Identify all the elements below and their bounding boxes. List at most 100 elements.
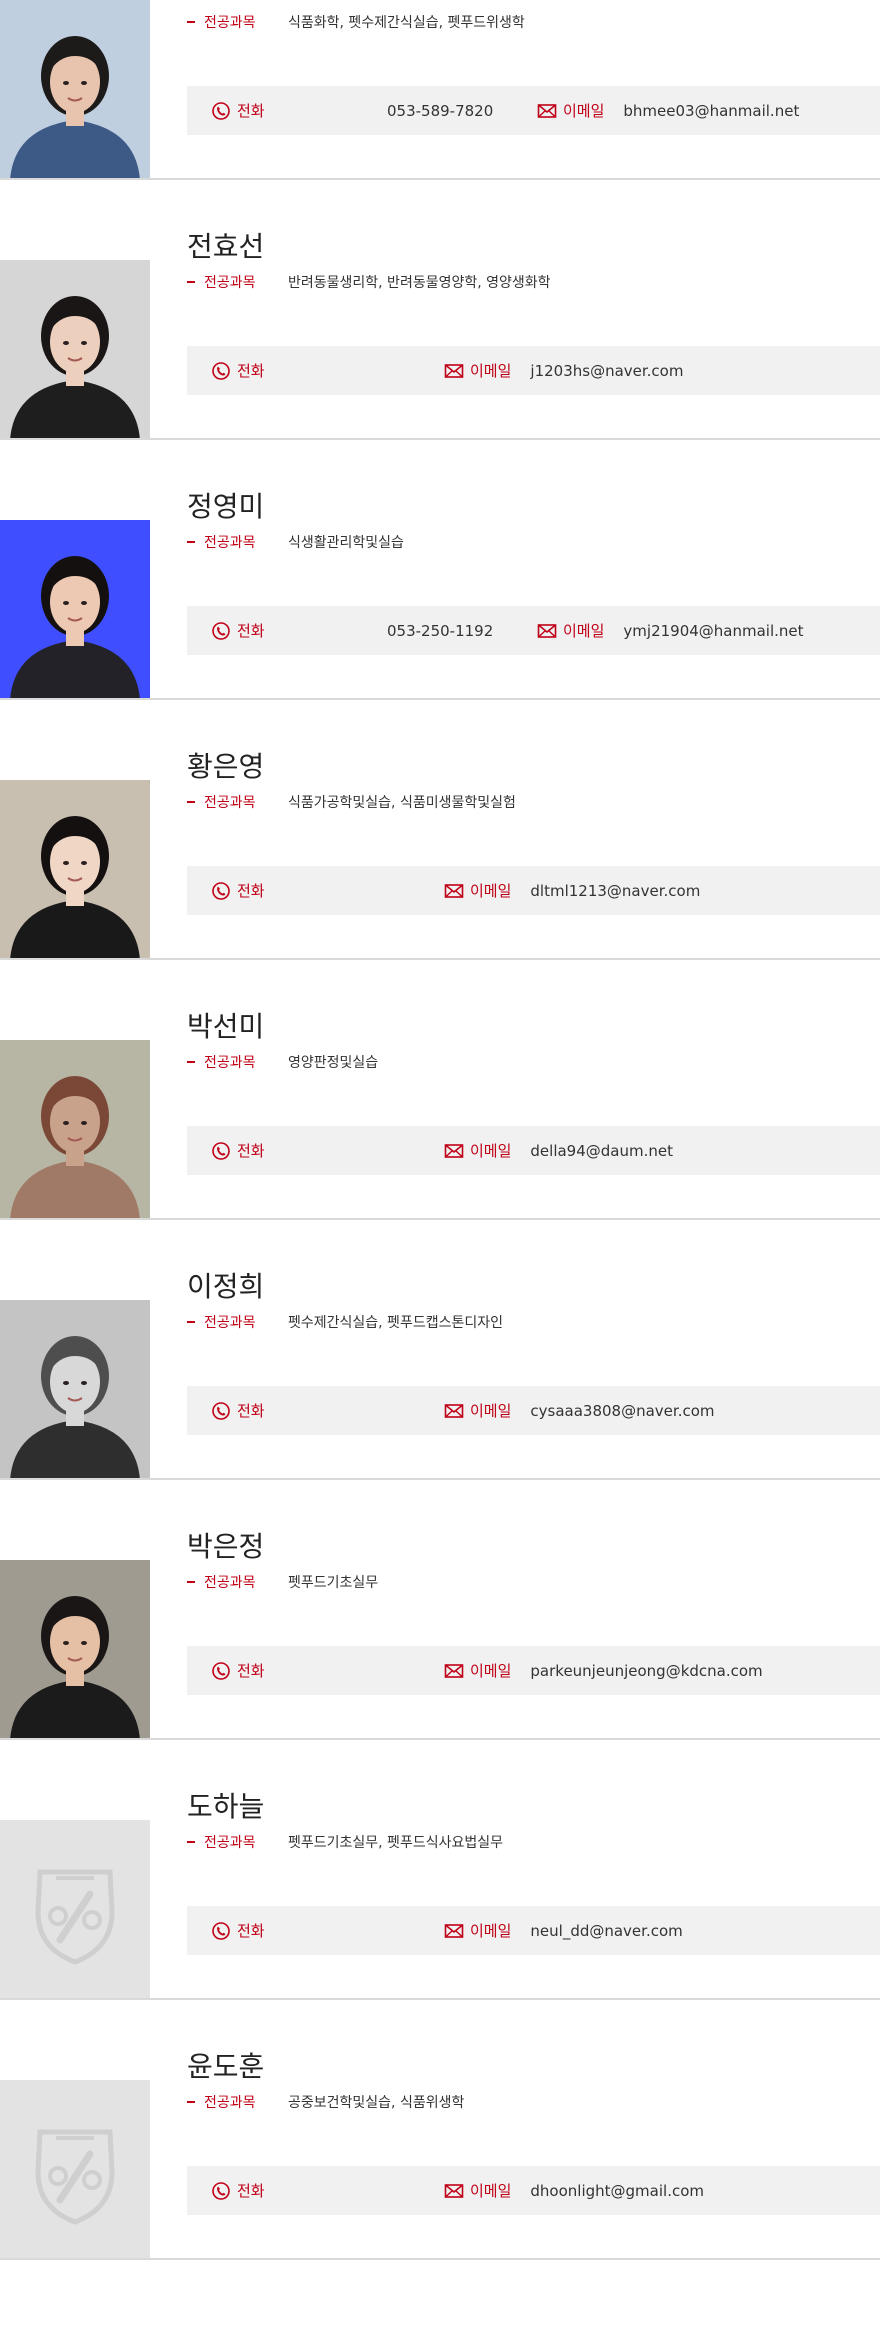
- envelope-icon: [537, 103, 557, 118]
- email-item: 이메일 parkeunjeunjeong@kdcna.com: [444, 1646, 763, 1695]
- subject-label: 전공과목: [204, 795, 256, 811]
- email-item: 이메일 cysaaa3808@naver.com: [444, 1386, 715, 1435]
- email-label: 이메일: [470, 362, 512, 380]
- phone-value[interactable]: 053-589-7820: [387, 102, 493, 120]
- subject-value: 식생활관리학및실습: [288, 535, 404, 551]
- envelope-icon: [444, 2183, 464, 2198]
- email-label: 이메일: [470, 1142, 512, 1160]
- professor-card: 박은정 전공과목 펫푸드기초실무 전화 이메일 parkeunjeunjeong…: [0, 1520, 880, 1780]
- email-value[interactable]: cysaaa3808@naver.com: [530, 1402, 714, 1420]
- subject-value: 식품가공학및실습, 식품미생물학및실험: [288, 795, 516, 811]
- dash-icon: [187, 1321, 195, 1323]
- dash-icon: [187, 281, 195, 283]
- phone-value-item[interactable]: 053-250-1192: [387, 606, 493, 655]
- email-item: 이메일 ymj21904@hanmail.net: [537, 606, 804, 655]
- professor-name: 황은영: [187, 750, 265, 783]
- subject-value: 공중보건학및실습, 식품위생학: [288, 2095, 465, 2111]
- phone-value-item[interactable]: 053-589-7820: [387, 86, 493, 135]
- phone-item: 전화: [211, 866, 284, 915]
- phone-icon: [212, 1401, 230, 1420]
- profile-photo: [0, 520, 150, 700]
- phone-value[interactable]: 053-250-1192: [387, 622, 493, 640]
- phone-label: 전화: [237, 1142, 265, 1160]
- subject-label: 전공과목: [204, 15, 256, 31]
- email-item: 이메일 dhoonlight@gmail.com: [444, 2166, 704, 2215]
- email-value[interactable]: bhmee03@hanmail.net: [623, 102, 799, 120]
- professor-name: 이정희: [187, 1270, 265, 1303]
- professor-list: 배환미 전공과목 식품화학, 펫수제간식실습, 펫푸드위생학 전화 053-58…: [0, 0, 880, 2351]
- contact-bar: 전화 이메일 j1203hs@naver.com: [187, 346, 880, 395]
- dash-icon: [187, 2101, 195, 2103]
- contact-bar: 전화 이메일 neul_dd@naver.com: [187, 1906, 880, 1955]
- email-label: 이메일: [563, 102, 605, 120]
- dash-icon: [187, 1841, 195, 1843]
- profile-photo: [0, 0, 150, 180]
- phone-item: 전화: [211, 1386, 284, 1435]
- dash-icon: [187, 1061, 195, 1063]
- email-value[interactable]: ymj21904@hanmail.net: [623, 622, 803, 640]
- professor-card: 전효선 전공과목 반려동물생리학, 반려동물영양학, 영양생화학 전화 이메일 …: [0, 220, 880, 480]
- contact-bar: 전화 053-250-1192 이메일 ymj21904@hanmail.net: [187, 606, 880, 655]
- contact-bar: 전화 053-589-7820 이메일 bhmee03@hanmail.net: [187, 86, 880, 135]
- contact-bar: 전화 이메일 dhoonlight@gmail.com: [187, 2166, 880, 2215]
- subject-value: 펫수제간식실습, 펫푸드캡스톤디자인: [288, 1315, 503, 1331]
- professor-name: 도하늘: [187, 1790, 265, 1823]
- subject-row: 전공과목 영양판정및실습: [187, 1050, 378, 1074]
- contact-bar: 전화 이메일 dltml1213@naver.com: [187, 866, 880, 915]
- subject-row: 전공과목 반려동물생리학, 반려동물영양학, 영양생화학: [187, 270, 551, 294]
- professor-card: 배환미 전공과목 식품화학, 펫수제간식실습, 펫푸드위생학 전화 053-58…: [0, 0, 880, 220]
- email-label: 이메일: [470, 2182, 512, 2200]
- phone-icon: [212, 1921, 230, 1940]
- row-divider: [0, 1478, 880, 1480]
- subject-label: 전공과목: [204, 1055, 256, 1071]
- email-value[interactable]: j1203hs@naver.com: [530, 362, 683, 380]
- professor-name: 배환미: [187, 0, 264, 4]
- phone-label: 전화: [237, 1402, 265, 1420]
- row-divider: [0, 1218, 880, 1220]
- email-label: 이메일: [470, 882, 512, 900]
- phone-label: 전화: [237, 882, 265, 900]
- dash-icon: [187, 541, 195, 543]
- envelope-icon: [444, 1403, 464, 1418]
- subject-label: 전공과목: [204, 1835, 256, 1851]
- envelope-icon: [444, 883, 464, 898]
- envelope-icon: [444, 1143, 464, 1158]
- phone-label: 전화: [237, 622, 265, 640]
- profile-photo: [0, 1560, 150, 1740]
- subject-label: 전공과목: [204, 275, 256, 291]
- email-value[interactable]: parkeunjeunjeong@kdcna.com: [530, 1662, 762, 1680]
- email-label: 이메일: [470, 1662, 512, 1680]
- phone-label: 전화: [237, 1922, 265, 1940]
- phone-item: 전화: [211, 606, 284, 655]
- profile-photo: [0, 260, 150, 440]
- subject-value: 반려동물생리학, 반려동물영양학, 영양생화학: [288, 275, 551, 291]
- envelope-icon: [444, 1923, 464, 1938]
- phone-icon: [212, 2181, 230, 2200]
- subject-row: 전공과목 식품화학, 펫수제간식실습, 펫푸드위생학: [187, 10, 525, 34]
- email-value[interactable]: dltml1213@naver.com: [530, 882, 700, 900]
- email-value[interactable]: della94@daum.net: [530, 1142, 673, 1160]
- subject-value: 펫푸드기초실무, 펫푸드식사요법실무: [288, 1835, 503, 1851]
- subject-row: 전공과목 식생활관리학및실습: [187, 530, 404, 554]
- email-item: 이메일 della94@daum.net: [444, 1126, 673, 1175]
- subject-value: 식품화학, 펫수제간식실습, 펫푸드위생학: [288, 15, 525, 31]
- subject-label: 전공과목: [204, 2095, 256, 2111]
- subject-label: 전공과목: [204, 1575, 256, 1591]
- subject-row: 전공과목 공중보건학및실습, 식품위생학: [187, 2090, 464, 2114]
- professor-card: 박선미 전공과목 영양판정및실습 전화 이메일 della94@daum.net: [0, 1000, 880, 1260]
- row-divider: [0, 698, 880, 700]
- email-item: 이메일 j1203hs@naver.com: [444, 346, 683, 395]
- subject-row: 전공과목 펫푸드기초실무: [187, 1570, 378, 1594]
- phone-icon: [212, 1141, 230, 1160]
- profile-photo: [0, 1300, 150, 1480]
- row-divider: [0, 2258, 880, 2260]
- dash-icon: [187, 1581, 195, 1583]
- email-value[interactable]: neul_dd@naver.com: [530, 1922, 682, 1940]
- placeholder-photo: [0, 2080, 150, 2260]
- phone-item: 전화: [211, 1906, 284, 1955]
- email-value[interactable]: dhoonlight@gmail.com: [530, 2182, 704, 2200]
- professor-card: 이정희 전공과목 펫수제간식실습, 펫푸드캡스톤디자인 전화 이메일 cysaa…: [0, 1260, 880, 1520]
- contact-bar: 전화 이메일 cysaaa3808@naver.com: [187, 1386, 880, 1435]
- row-divider: [0, 1738, 880, 1740]
- contact-bar: 전화 이메일 della94@daum.net: [187, 1126, 880, 1175]
